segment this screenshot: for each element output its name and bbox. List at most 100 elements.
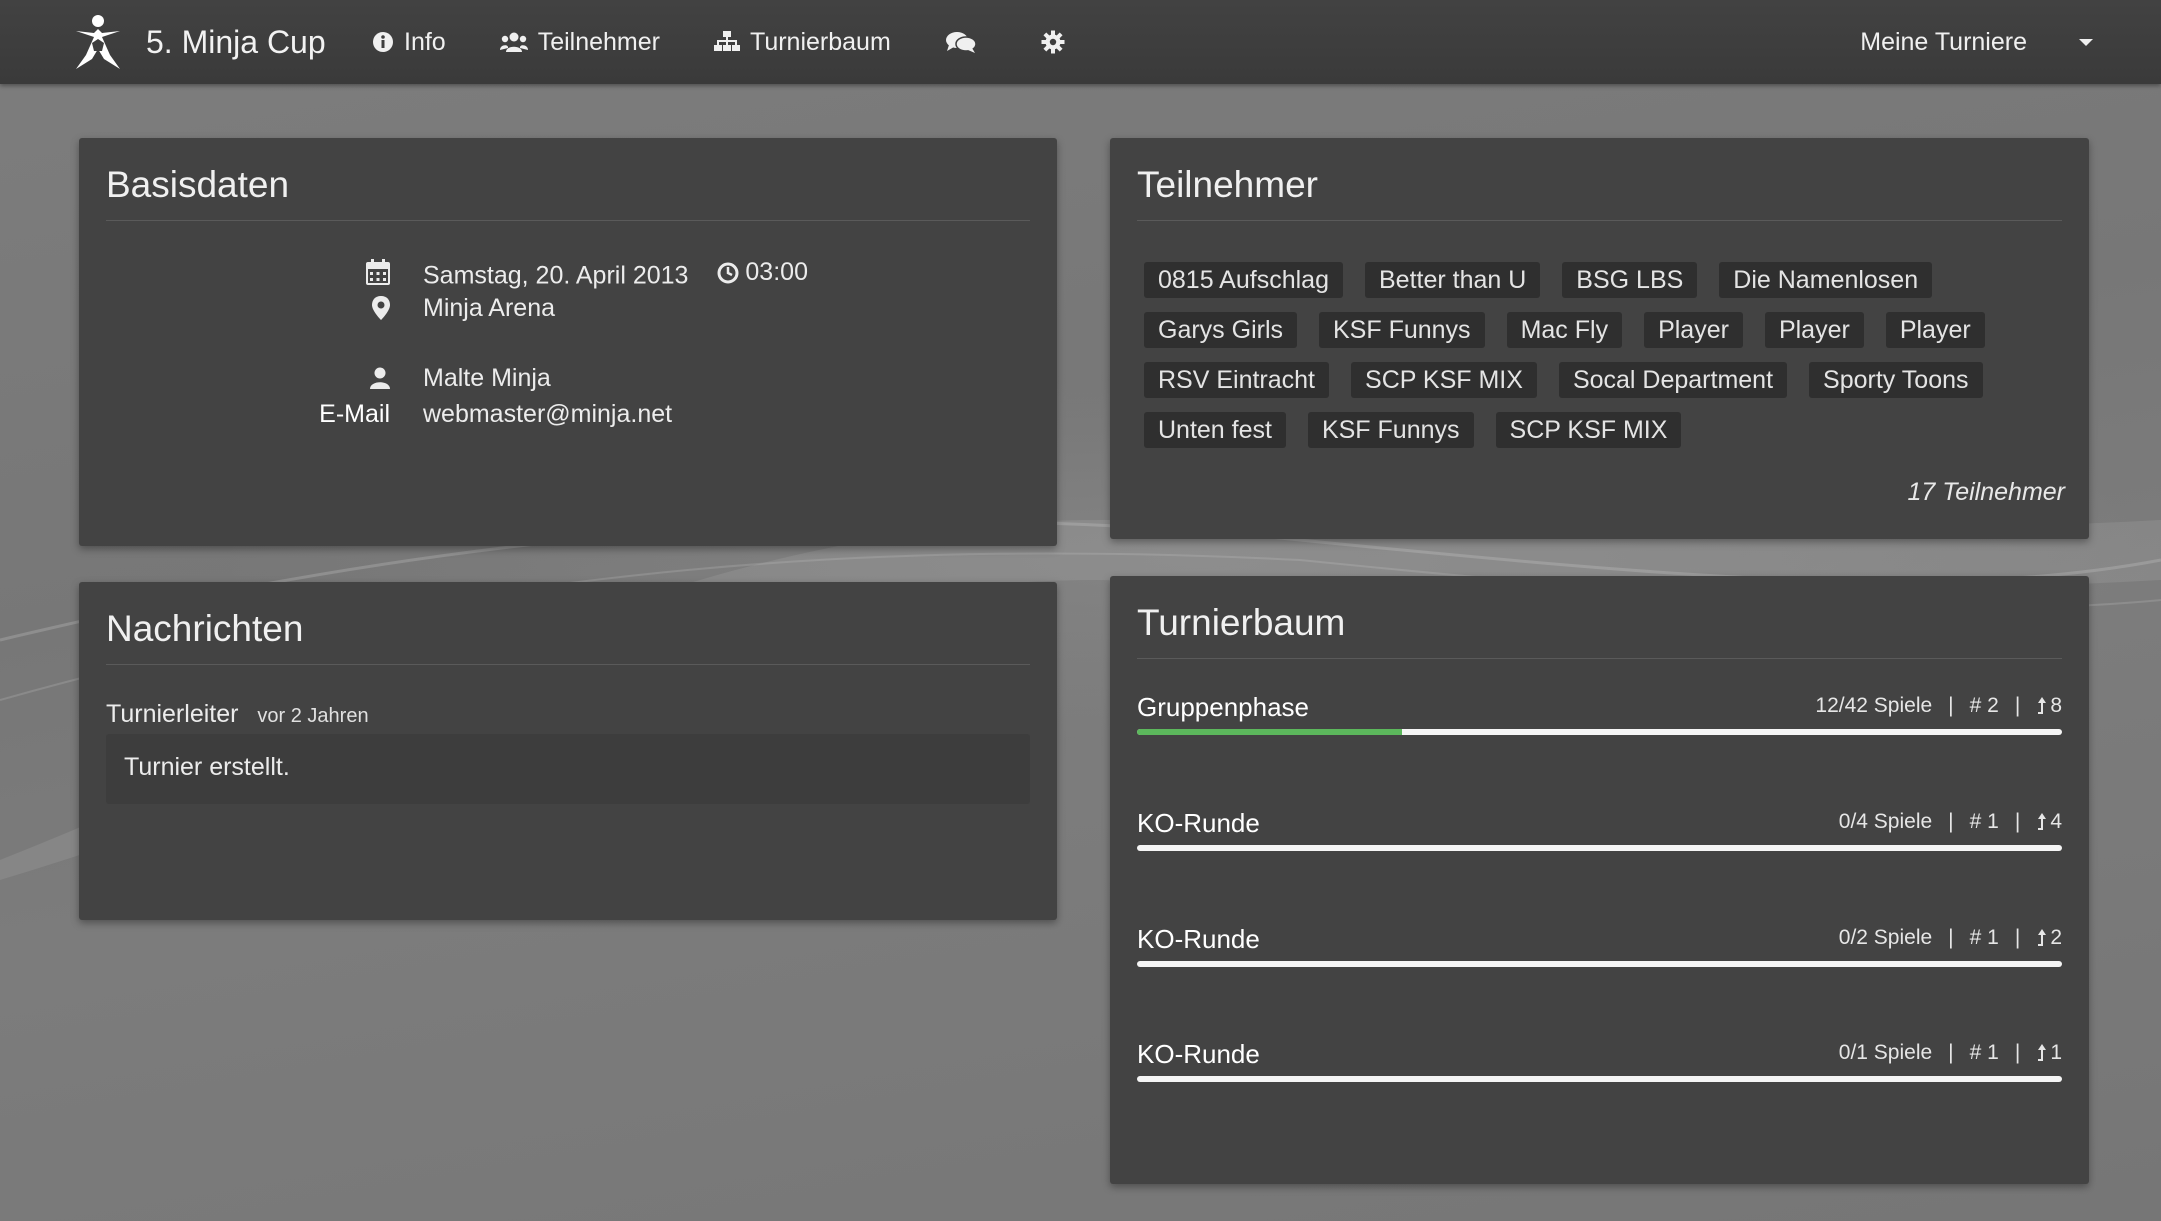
stage-games: 0/2 Spiele xyxy=(1838,926,1933,949)
my-tournaments-dropdown[interactable]: Meine Turniere xyxy=(1860,0,2093,84)
stage-item[interactable]: KO-Runde 0/4 Spiele | # 1 | 4 xyxy=(1137,808,2062,868)
info-icon xyxy=(373,32,393,52)
teilnehmer-panel: Teilnehmer 0815 Aufschlag Better than U BS… xyxy=(1110,138,2089,539)
participant-tag[interactable]: SCP KSF MIX xyxy=(1351,362,1537,398)
clock-icon xyxy=(717,262,739,283)
stage-item[interactable]: Gruppenphase 12/42 Spiele | # 2 | 8 xyxy=(1137,692,2062,752)
email-label: E-Mail xyxy=(319,400,390,428)
stage-meta: 0/4 Spiele | # 1 | 4 xyxy=(1839,810,2062,834)
participant-tag[interactable]: KSF Funnys xyxy=(1307,412,1474,448)
stage-groups: # 1 xyxy=(1969,1041,1999,1064)
participant-tag[interactable]: Socal Department xyxy=(1558,362,1788,398)
separator: | xyxy=(1948,1041,1954,1064)
stage-progress-bar xyxy=(1137,729,2062,735)
stage-meta: 12/42 Spiele | # 2 | 8 xyxy=(1815,694,2062,718)
nachrichten-panel: Nachrichten Turnierleiter vor 2 Jahren T… xyxy=(79,582,1057,920)
map-marker-icon xyxy=(362,294,390,322)
basisdaten-panel: Basisdaten Samstag, 20. April 2013 03:00 xyxy=(79,138,1057,546)
main-nav: Info Teilnehmer Turnierbaum xyxy=(372,0,1129,84)
message-header: Turnierleiter vor 2 Jahren xyxy=(106,700,369,729)
separator: | xyxy=(1948,926,1954,949)
message-author: Turnierleiter xyxy=(106,700,239,728)
stage-advance: 4 xyxy=(2036,810,2062,834)
event-date: Samstag, 20. April 2013 xyxy=(423,261,689,290)
caret-down-icon xyxy=(2079,38,2093,46)
participant-tag[interactable]: Player xyxy=(1885,312,1985,348)
stage-advance: 1 xyxy=(2036,1041,2062,1065)
stage-advance-count: 2 xyxy=(2050,926,2062,949)
stage-name: KO-Runde xyxy=(1137,808,1260,838)
nachrichten-title: Nachrichten xyxy=(106,608,304,649)
divider xyxy=(106,220,1030,221)
sitemap-icon xyxy=(713,31,740,51)
nav-settings[interactable] xyxy=(1041,30,1075,54)
participant-tag[interactable]: Mac Fly xyxy=(1506,312,1623,348)
stage-progress-bar xyxy=(1137,1076,2062,1082)
participant-tag[interactable]: 0815 Aufschlag xyxy=(1144,262,1343,298)
calendar-icon xyxy=(362,258,390,286)
app-title: 5. Minja Cup xyxy=(146,23,326,60)
participant-tag[interactable]: SCP KSF MIX xyxy=(1495,412,1682,448)
level-up-icon xyxy=(2038,813,2047,830)
participant-tag[interactable]: Player xyxy=(1644,312,1743,348)
nav-participants[interactable]: Teilnehmer xyxy=(499,27,660,57)
separator: | xyxy=(2014,810,2021,833)
stage-advance-count: 1 xyxy=(2050,1041,2062,1064)
level-up-icon xyxy=(2038,697,2047,714)
participant-tag[interactable]: Player xyxy=(1764,312,1864,348)
navbar: 5. Minja Cup Info Teilnehmer Turnierbaum… xyxy=(0,0,2161,84)
participant-tag[interactable]: BSG LBS xyxy=(1562,262,1698,298)
stage-item[interactable]: KO-Runde 0/2 Spiele | # 1 | 2 xyxy=(1137,924,2062,984)
nav-info-label: Info xyxy=(404,27,446,56)
divider xyxy=(106,664,1030,665)
stage-advance-count: 4 xyxy=(2050,810,2062,833)
user-icon xyxy=(362,364,390,392)
stage-advance: 2 xyxy=(2036,926,2062,950)
message-body: Turnier erstellt. xyxy=(106,734,1030,804)
email-link[interactable]: webmaster@minja.net xyxy=(423,400,672,429)
stage-progress-bar xyxy=(1137,961,2062,967)
separator: | xyxy=(2014,1041,2021,1064)
stage-name: KO-Runde xyxy=(1137,924,1260,954)
participant-tag-list: 0815 Aufschlag Better than U BSG LBS Die Na… xyxy=(1144,262,2064,462)
my-tournaments-label: Meine Turniere xyxy=(1860,27,2027,56)
date-row: Samstag, 20. April 2013 03:00 xyxy=(423,258,808,291)
stage-groups: # 2 xyxy=(1969,694,1999,717)
participant-tag[interactable]: KSF Funnys xyxy=(1319,312,1485,348)
stage-item[interactable]: KO-Runde 0/1 Spiele | # 1 | 1 xyxy=(1137,1039,2062,1099)
participant-tag[interactable]: Better than U xyxy=(1364,262,1541,298)
minja-logo-icon xyxy=(76,15,120,69)
divider xyxy=(1137,658,2062,659)
nav-bracket-label: Turnierbaum xyxy=(749,27,891,56)
stage-groups: # 1 xyxy=(1969,926,1999,949)
stage-advance-count: 8 xyxy=(2050,694,2062,717)
users-icon xyxy=(499,32,528,52)
brand[interactable]: 5. Minja Cup xyxy=(72,14,326,70)
stage-games: 0/1 Spiele xyxy=(1838,1041,1933,1064)
participant-tag[interactable]: Sporty Toons xyxy=(1809,362,1983,398)
stage-meta: 0/2 Spiele | # 1 | 2 xyxy=(1839,926,2062,950)
participant-tag[interactable]: Unten fest xyxy=(1144,412,1286,448)
organizer-name: Malte Minja xyxy=(423,364,551,392)
participant-tag[interactable]: Die Namenlosen xyxy=(1719,262,1933,298)
stage-games: 12/42 Spiele xyxy=(1815,694,1933,717)
nav-chat[interactable] xyxy=(945,30,987,54)
stage-progress-fill xyxy=(1137,729,1402,735)
nav-info[interactable]: Info xyxy=(372,28,446,57)
separator: | xyxy=(2014,694,2021,717)
turnierbaum-panel: Turnierbaum Gruppenphase 12/42 Spiele | … xyxy=(1110,576,2089,1184)
level-up-icon xyxy=(2038,1044,2047,1061)
stage-name: Gruppenphase xyxy=(1137,692,1310,722)
location: Minja Arena xyxy=(423,294,556,322)
level-up-icon xyxy=(2038,929,2047,946)
stage-name: KO-Runde xyxy=(1137,1039,1260,1069)
nav-bracket[interactable]: Turnierbaum xyxy=(713,27,891,57)
nav-participants-label: Teilnehmer xyxy=(537,27,660,56)
event-time-wrap: 03:00 xyxy=(717,258,808,287)
participant-tag[interactable]: Garys Girls xyxy=(1144,312,1297,348)
stage-games: 0/4 Spiele xyxy=(1838,810,1933,833)
participant-count: 17 Teilnehmer xyxy=(1907,478,2065,506)
stage-progress-bar xyxy=(1137,845,2062,851)
participant-tag[interactable]: RSV Eintracht xyxy=(1144,362,1330,398)
divider xyxy=(1137,220,2062,221)
